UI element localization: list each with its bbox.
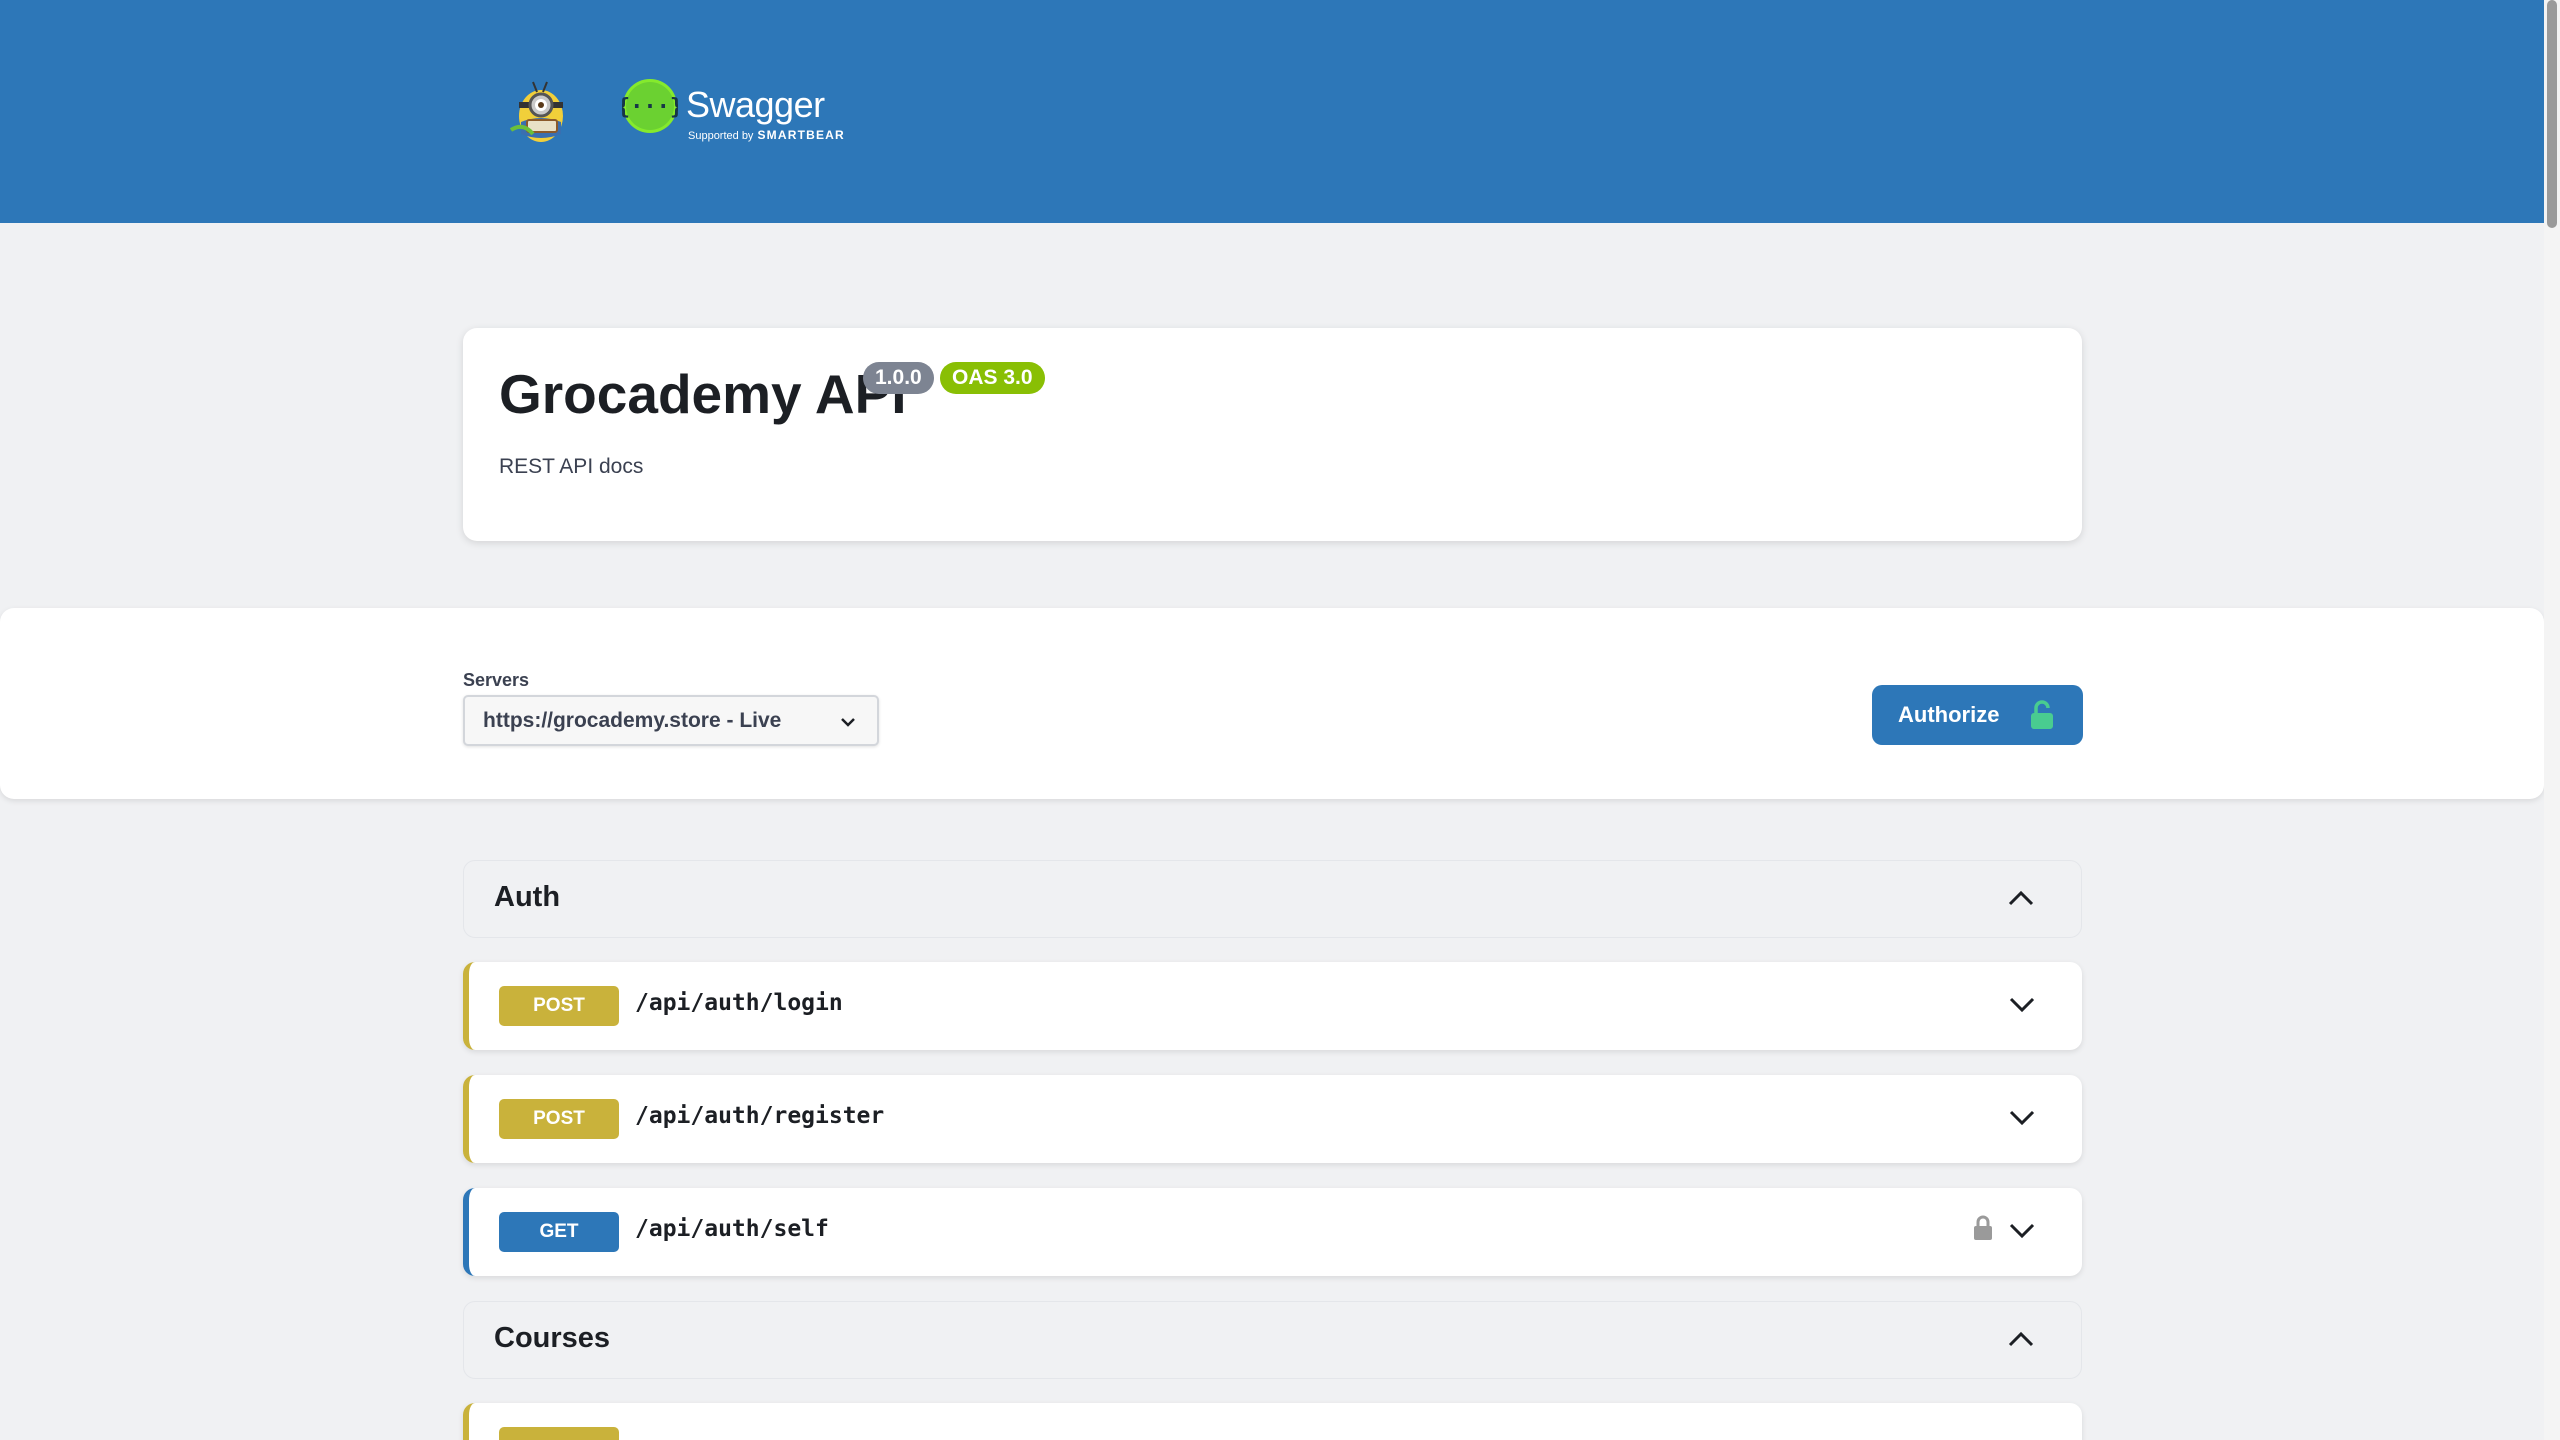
operation-path: /api/auth/login — [635, 990, 843, 1016]
lock-open-icon — [2031, 700, 2053, 729]
method-badge: POST — [499, 986, 619, 1026]
tag-auth[interactable]: Auth — [463, 860, 2082, 938]
oas-badge: OAS 3.0 — [940, 362, 1045, 394]
method-badge: GET — [499, 1212, 619, 1252]
authorize-button[interactable]: Authorize — [1872, 685, 2083, 745]
server-select-value: https://grocademy.store - Live — [483, 708, 782, 732]
version-badge: 1.0.0 — [863, 362, 934, 394]
swagger-wordmark: Swagger — [686, 84, 825, 125]
api-info-card: Grocademy API 1.0.0 OAS 3.0 REST API doc… — [463, 328, 2082, 541]
operation-get-auth-self[interactable]: GET /api/auth/self — [463, 1188, 2082, 1276]
api-description: REST API docs — [499, 455, 644, 478]
chevron-down-icon[interactable] — [2008, 1107, 2036, 1129]
method-badge — [499, 1427, 619, 1440]
svg-text:{···}: {···} — [622, 95, 678, 120]
swagger-ui-page: {···} Swagger Supported by SMARTBEAR Gro… — [0, 0, 2560, 1440]
lock-icon[interactable] — [1972, 1214, 1994, 1242]
operation-post-auth-register[interactable]: POST /api/auth/register — [463, 1075, 2082, 1163]
chevron-down-icon[interactable] — [2008, 994, 2036, 1016]
tag-courses-label: Courses — [494, 1322, 611, 1354]
operation-path: /api/auth/self — [635, 1216, 829, 1242]
minion-mascot-icon — [509, 81, 563, 142]
chevron-down-icon[interactable] — [2008, 1220, 2036, 1242]
scrollbar-thumb[interactable] — [2547, 0, 2557, 228]
chevron-down-icon — [841, 718, 855, 727]
authorize-label: Authorize — [1898, 702, 2000, 727]
scheme-container: Servers https://grocademy.store - Live A… — [0, 608, 2544, 799]
tag-courses[interactable]: Courses — [463, 1301, 2082, 1379]
operation-post-auth-login[interactable]: POST /api/auth/login — [463, 962, 2082, 1050]
supported-by-text: Supported by — [688, 130, 754, 142]
swagger-braces-icon: {···} — [622, 79, 678, 133]
swagger-subtitle: Supported by SMARTBEAR — [688, 128, 845, 142]
chevron-up-icon — [2008, 1331, 2034, 1347]
operation-partial[interactable] — [463, 1403, 2082, 1440]
topbar: {···} Swagger Supported by SMARTBEAR — [0, 0, 2544, 223]
operation-path: /api/auth/register — [635, 1103, 885, 1129]
api-title: Grocademy API — [499, 363, 907, 425]
method-badge: POST — [499, 1099, 619, 1139]
tag-auth-label: Auth — [494, 881, 561, 913]
servers-label: Servers — [463, 670, 530, 690]
chevron-up-icon — [2008, 890, 2034, 906]
server-select[interactable]: https://grocademy.store - Live — [463, 695, 879, 746]
smartbear-text: SMARTBEAR — [757, 128, 845, 142]
